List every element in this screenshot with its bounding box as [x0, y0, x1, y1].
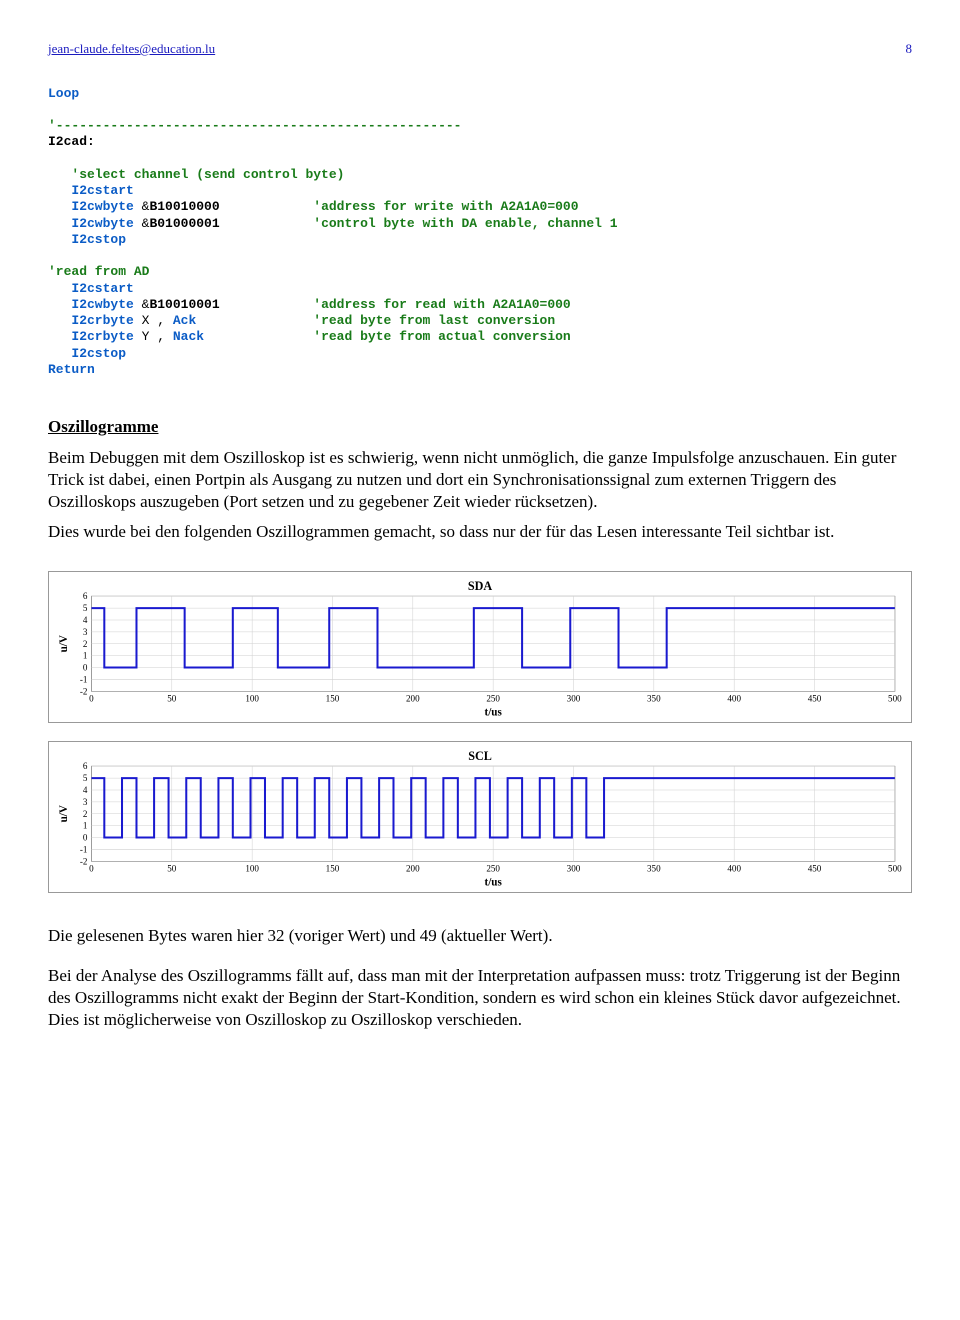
- svg-text:400: 400: [727, 863, 741, 873]
- page-number: 8: [906, 40, 913, 58]
- paragraph-3: Die gelesenen Bytes waren hier 32 (vorig…: [48, 925, 912, 947]
- svg-text:5: 5: [83, 603, 88, 613]
- kw-return: Return: [48, 362, 95, 377]
- svg-text:u/V: u/V: [58, 805, 70, 822]
- svg-text:5: 5: [83, 773, 88, 783]
- svg-text:t/us: t/us: [484, 877, 502, 889]
- chart-sda: SDA050100150200250300350400450500-2-1012…: [48, 571, 912, 723]
- svg-text:200: 200: [406, 694, 420, 704]
- svg-text:4: 4: [83, 785, 88, 795]
- kw-i2cstart-1: I2cstart: [71, 183, 133, 198]
- svg-text:6: 6: [83, 592, 88, 602]
- svg-text:150: 150: [326, 694, 340, 704]
- chart-scl: SCL 0 50 100 150 200 250 300 350 400 450 500 -2 -10 1 2…: [48, 741, 912, 893]
- svg-text:350: 350: [647, 863, 661, 873]
- svg-text:3: 3: [83, 797, 88, 807]
- svg-text:-1: -1: [80, 675, 88, 685]
- dash-line: '---------------------------------------…: [48, 118, 461, 133]
- svg-text:6: 6: [83, 761, 88, 771]
- svg-text:-2: -2: [80, 856, 88, 866]
- kw-i2cstop-1: I2cstop: [71, 232, 126, 247]
- kw-i2cwbyte-3: I2cwbyte: [71, 297, 133, 312]
- svg-text:100: 100: [245, 694, 259, 704]
- cmt-act: 'read byte from actual conversion: [313, 329, 570, 344]
- svg-text:1: 1: [83, 651, 88, 661]
- kw-i2crbyte-2: I2crbyte: [71, 329, 133, 344]
- cmt-select: 'select channel (send control byte): [71, 167, 344, 182]
- svg-text:3: 3: [83, 627, 88, 637]
- svg-text:u/V: u/V: [58, 635, 70, 652]
- kw-i2cwbyte-1: I2cwbyte: [71, 199, 133, 214]
- paragraph-4: Bei der Analyse des Oszillogramms fällt …: [48, 965, 912, 1031]
- author-link[interactable]: jean-claude.feltes@education.lu: [48, 40, 215, 58]
- page-header: jean-claude.feltes@education.lu 8: [48, 40, 912, 58]
- num-b1: B10010000: [149, 199, 219, 214]
- svg-text:0: 0: [89, 863, 94, 873]
- svg-text:450: 450: [808, 863, 822, 873]
- svg-text:-2: -2: [80, 687, 88, 697]
- section-heading: Oszillogramme: [48, 416, 912, 439]
- svg-text:300: 300: [567, 694, 581, 704]
- kw-loop: Loop: [48, 86, 79, 101]
- num-b2: B01000001: [149, 216, 219, 231]
- cmt-last: 'read byte from last conversion: [313, 313, 555, 328]
- svg-text:400: 400: [727, 694, 741, 704]
- svg-text:500: 500: [888, 863, 902, 873]
- paragraph-1: Beim Debuggen mit dem Oszilloskop ist es…: [48, 447, 912, 513]
- svg-text:450: 450: [808, 694, 822, 704]
- svg-text:100: 100: [245, 863, 259, 873]
- svg-text:t/us: t/us: [484, 707, 502, 719]
- cmt-read: 'read from AD: [48, 264, 149, 279]
- svg-text:0: 0: [83, 663, 88, 673]
- lbl-i2cad: I2cad:: [48, 134, 95, 149]
- paragraph-2: Dies wurde bei den folgenden Oszillogram…: [48, 521, 912, 543]
- svg-text:-1: -1: [80, 844, 88, 854]
- svg-text:0: 0: [83, 833, 88, 843]
- num-b3: B10010001: [149, 297, 219, 312]
- var-y: Y: [134, 329, 150, 344]
- kw-i2cwbyte-2: I2cwbyte: [71, 216, 133, 231]
- cmt-addr-r: 'address for read with A2A1A0=000: [313, 297, 570, 312]
- kw-nack: Nack: [173, 329, 204, 344]
- kw-i2cstart-2: I2cstart: [71, 281, 133, 296]
- svg-text:50: 50: [167, 863, 177, 873]
- kw-ack: Ack: [173, 313, 196, 328]
- svg-text:1: 1: [83, 821, 88, 831]
- code-block: Loop '----------------------------------…: [48, 86, 912, 379]
- svg-text:2: 2: [83, 809, 88, 819]
- svg-text:200: 200: [406, 863, 420, 873]
- svg-text:300: 300: [567, 863, 581, 873]
- svg-text:150: 150: [326, 863, 340, 873]
- svg-text:50: 50: [167, 694, 177, 704]
- svg-text:2: 2: [83, 639, 88, 649]
- svg-text:500: 500: [888, 694, 902, 704]
- svg-text:SCL: SCL: [468, 749, 492, 763]
- svg-text:250: 250: [486, 863, 500, 873]
- chart-scl-svg: SCL 0 50 100 150 200 250 300 350 400 450 500 -2 -10 1 2…: [55, 748, 905, 890]
- svg-text:SDA: SDA: [468, 580, 492, 594]
- svg-text:250: 250: [486, 694, 500, 704]
- cmt-ctrl: 'control byte with DA enable, channel 1: [313, 216, 617, 231]
- svg-text:0: 0: [89, 694, 94, 704]
- chart-sda-svg: SDA050100150200250300350400450500-2-1012…: [55, 578, 905, 720]
- var-x: X: [134, 313, 150, 328]
- svg-text:350: 350: [647, 694, 661, 704]
- kw-i2cstop-2: I2cstop: [71, 346, 126, 361]
- cmt-addr-w: 'address for write with A2A1A0=000: [313, 199, 578, 214]
- kw-i2crbyte-1: I2crbyte: [71, 313, 133, 328]
- svg-text:4: 4: [83, 615, 88, 625]
